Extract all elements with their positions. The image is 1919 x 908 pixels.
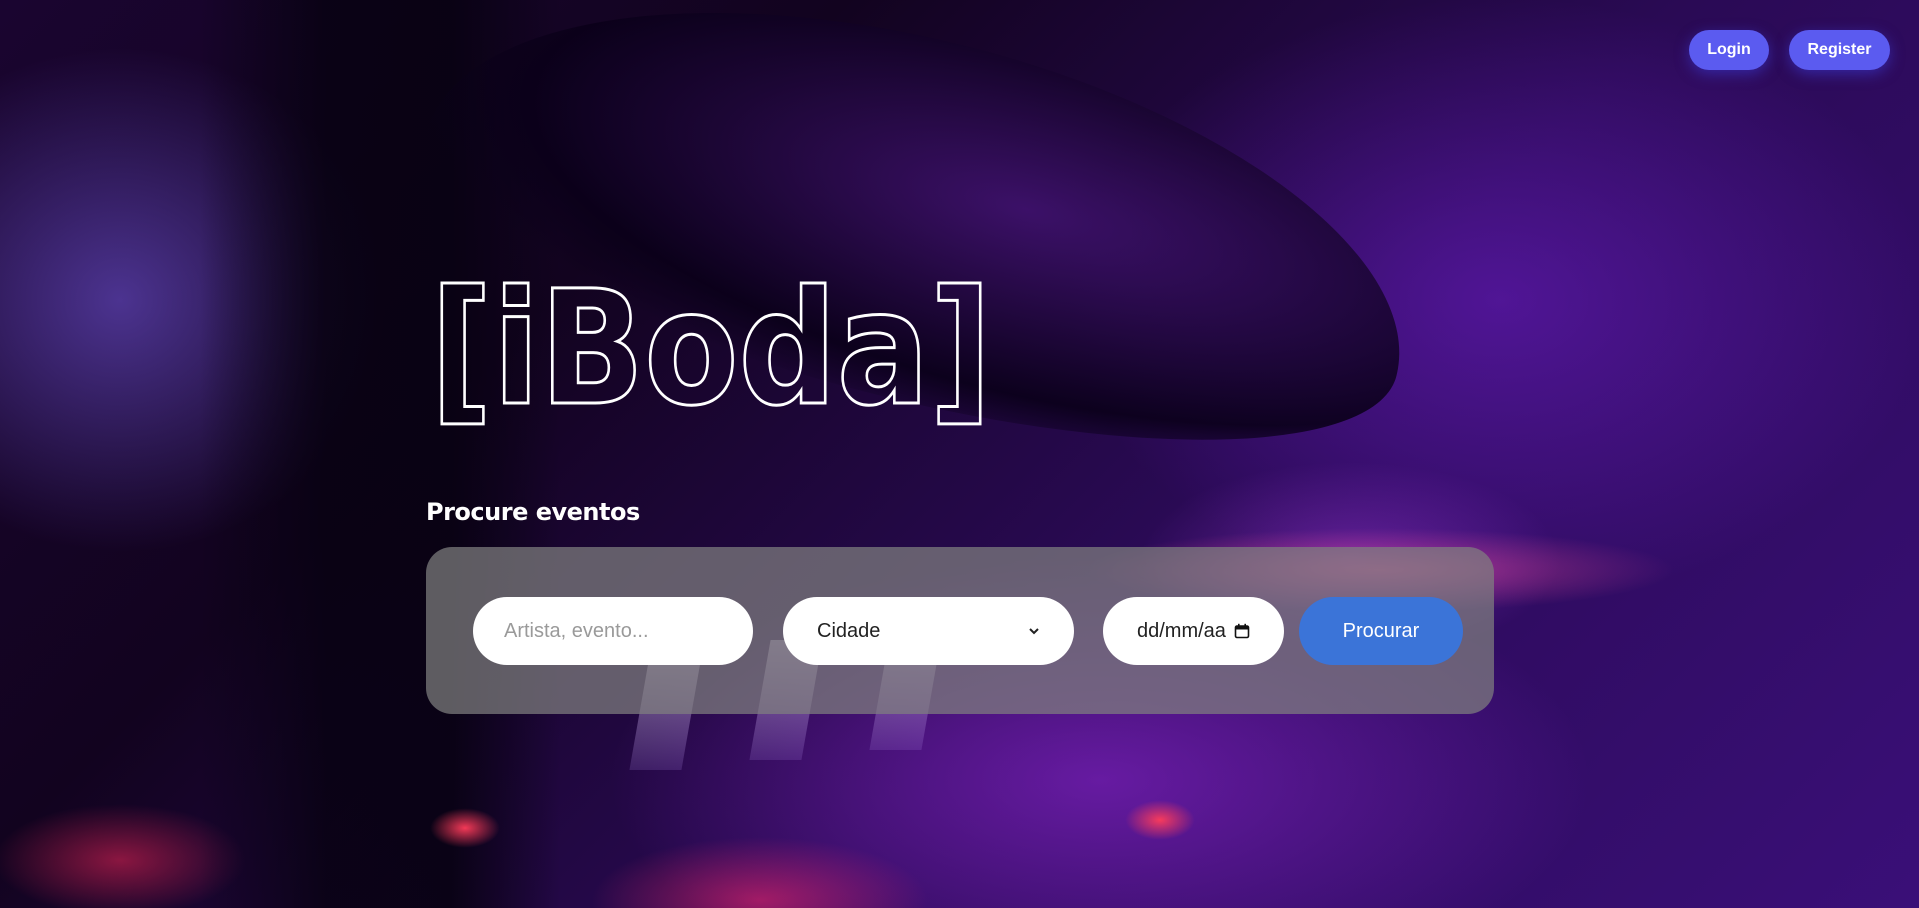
logo-text: [iBoda] [430,257,992,435]
top-nav: Login Register [1689,30,1890,70]
search-panel: Cidade dd/mm/aa Procurar [426,547,1494,714]
logo-wordmark: [iBoda] [430,256,994,436]
city-select[interactable]: Cidade [783,597,1074,665]
register-button[interactable]: Register [1789,30,1890,70]
search-input[interactable] [473,597,753,665]
calendar-icon[interactable] [1234,623,1250,639]
search-button[interactable]: Procurar [1299,597,1463,665]
date-input[interactable]: dd/mm/aa [1103,597,1284,665]
city-select-value: Cidade [817,619,881,642]
search-heading: Procure eventos [426,498,640,526]
date-input-placeholder: dd/mm/aa [1137,619,1226,642]
background-figure [200,0,560,908]
hero-section: Login Register [iBoda] Procure eventos C… [0,0,1919,908]
background-knob [1125,800,1195,840]
chevron-down-icon [1028,625,1040,637]
background-knob [430,808,500,848]
login-button[interactable]: Login [1689,30,1769,70]
logo: [iBoda] [430,255,1010,436]
